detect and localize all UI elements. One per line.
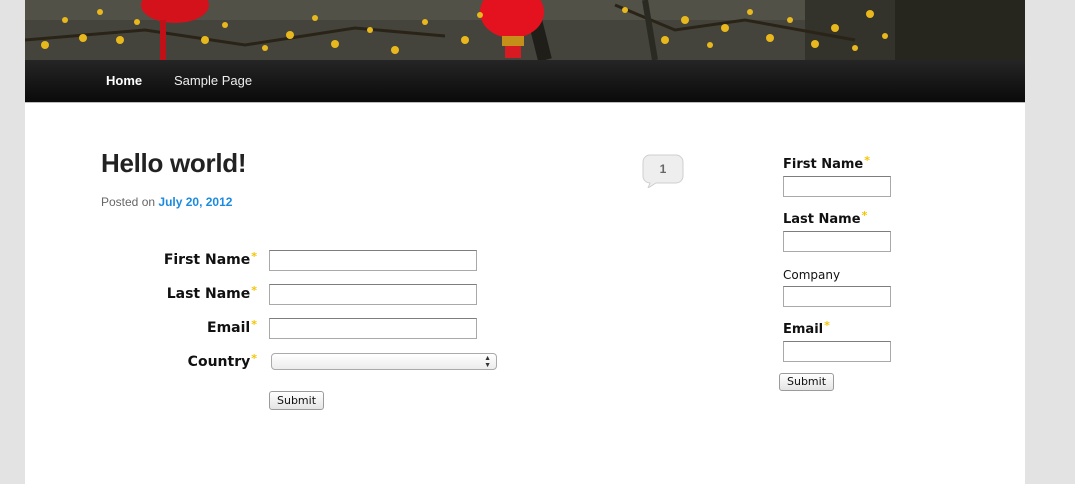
- required-star-icon: *: [861, 209, 868, 222]
- first-name-label: First Name*: [163, 250, 257, 268]
- post-title[interactable]: Hello world!: [101, 148, 246, 179]
- post-date-link[interactable]: July 20, 2012: [158, 195, 232, 209]
- header-banner-image: [25, 0, 1025, 60]
- required-star-icon: *: [251, 250, 257, 263]
- posted-on-label: Posted on: [101, 195, 156, 209]
- required-star-icon: *: [251, 318, 257, 331]
- comment-count: 1: [659, 162, 667, 176]
- first-name-input[interactable]: [269, 250, 477, 271]
- comment-count-bubble[interactable]: 1: [642, 154, 684, 190]
- submit-button[interactable]: Submit: [269, 391, 325, 410]
- sidebar-email-label: Email*: [783, 319, 830, 337]
- select-arrows-icon: ▲ ▼: [484, 355, 491, 369]
- sidebar-first-name-input[interactable]: [783, 176, 891, 197]
- required-star-icon: *: [251, 352, 257, 365]
- sidebar-email-input[interactable]: [783, 341, 891, 362]
- sidebar-submit-button[interactable]: Submit: [779, 373, 835, 391]
- sidebar-last-name-label: Last Name*: [783, 209, 868, 227]
- required-star-icon: *: [864, 154, 871, 167]
- required-star-icon: *: [251, 284, 257, 297]
- required-star-icon: *: [824, 319, 830, 332]
- country-label: Country*: [187, 352, 257, 370]
- nav-item-home[interactable]: Home: [106, 60, 142, 102]
- sidebar-company-label: Company: [783, 268, 841, 282]
- sidebar-last-name-input[interactable]: [783, 231, 891, 252]
- sidebar-company-input[interactable]: [783, 286, 891, 307]
- page: Home Sample Page Hello world! Posted on …: [25, 0, 1025, 484]
- nav-item-sample-page[interactable]: Sample Page: [174, 60, 252, 102]
- sidebar-first-name-label: First Name*: [783, 154, 871, 172]
- post-meta: Posted on July 20, 2012: [101, 195, 232, 209]
- last-name-input[interactable]: [269, 284, 477, 305]
- email-input[interactable]: [269, 318, 477, 339]
- country-select[interactable]: ▲ ▼: [271, 353, 497, 370]
- email-label: Email*: [207, 318, 257, 336]
- last-name-label: Last Name*: [166, 284, 257, 302]
- main-navigation: Home Sample Page: [25, 60, 1025, 103]
